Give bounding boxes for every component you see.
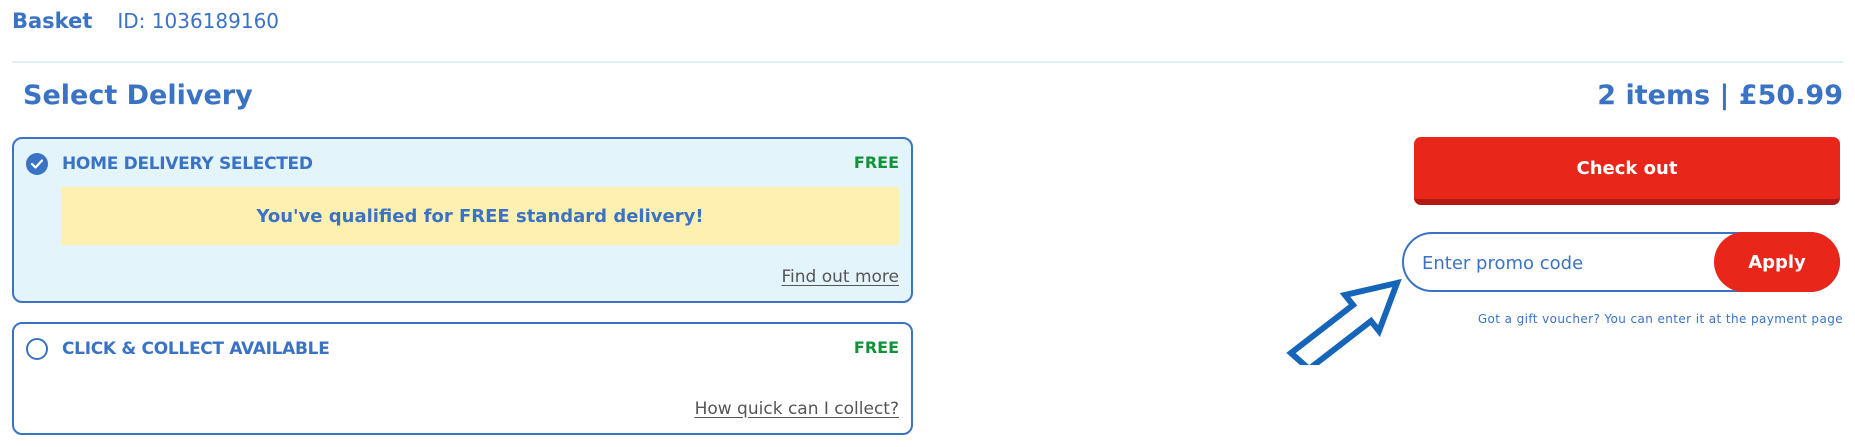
header-divider [12,61,1843,63]
free-delivery-notice: You've qualified for FREE standard deliv… [61,187,899,245]
checkout-button[interactable]: Check out [1414,137,1840,205]
find-out-more-link[interactable]: Find out more [781,267,899,287]
apply-button[interactable]: Apply [1714,232,1840,292]
home-delivery-price: FREE [853,153,899,172]
home-delivery-option[interactable]: HOME DELIVERY SELECTED FREE You've quali… [12,137,913,303]
arrow-up-right-icon [1286,278,1402,365]
basket-summary: 2 items | £50.99 [1597,80,1843,111]
promo-code-form: Apply [1402,232,1840,292]
basket-header: Basket ID: 1036189160 [12,6,279,36]
basket-id: ID: 1036189160 [117,9,280,33]
promo-code-input[interactable] [1420,234,1684,292]
select-delivery-title: Select Delivery [23,80,253,111]
basket-title: Basket [12,9,93,33]
check-circle-icon[interactable] [26,153,48,175]
radio-empty-icon[interactable] [26,338,48,360]
how-quick-collect-link[interactable]: How quick can I collect? [695,399,899,419]
home-delivery-label: HOME DELIVERY SELECTED [62,154,313,174]
gift-voucher-note: Got a gift voucher? You can enter it at … [1477,312,1843,326]
click-collect-label: CLICK & COLLECT AVAILABLE [62,339,330,359]
click-collect-option[interactable]: CLICK & COLLECT AVAILABLE FREE How quick… [12,322,913,435]
click-collect-price: FREE [853,338,899,357]
